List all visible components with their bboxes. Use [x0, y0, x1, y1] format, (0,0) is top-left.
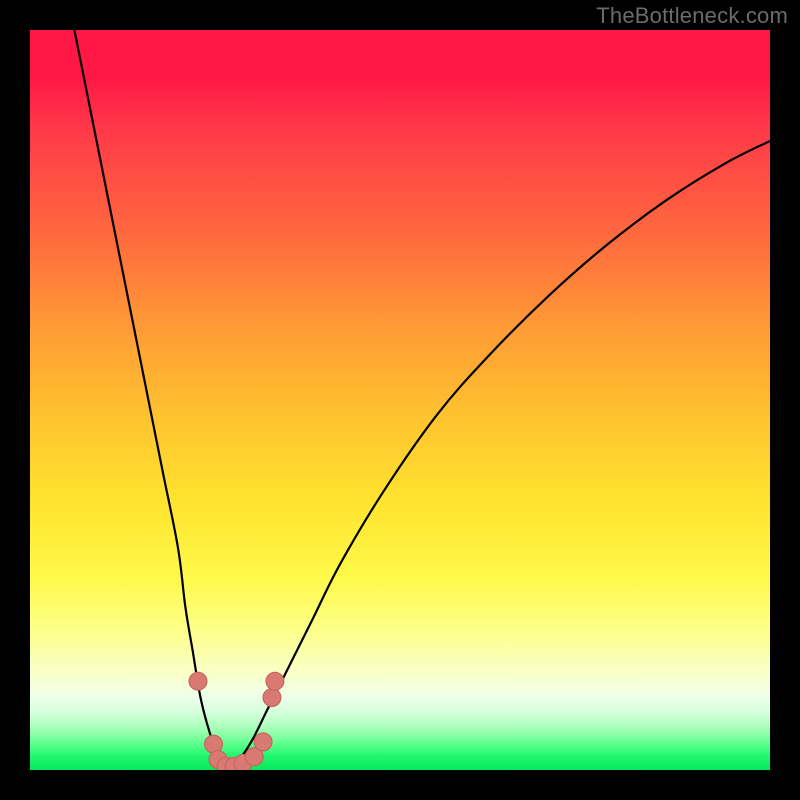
- plot-area: [30, 30, 770, 770]
- data-marker: [263, 688, 281, 706]
- data-markers: [189, 672, 284, 770]
- watermark-text: TheBottleneck.com: [596, 3, 788, 29]
- data-marker: [254, 733, 272, 751]
- data-marker: [189, 672, 207, 690]
- data-marker: [266, 672, 284, 690]
- curve-left-branch: [74, 30, 229, 768]
- curve-right-branch: [230, 141, 770, 768]
- chart-frame: TheBottleneck.com: [0, 0, 800, 800]
- curve-layer: [30, 30, 770, 770]
